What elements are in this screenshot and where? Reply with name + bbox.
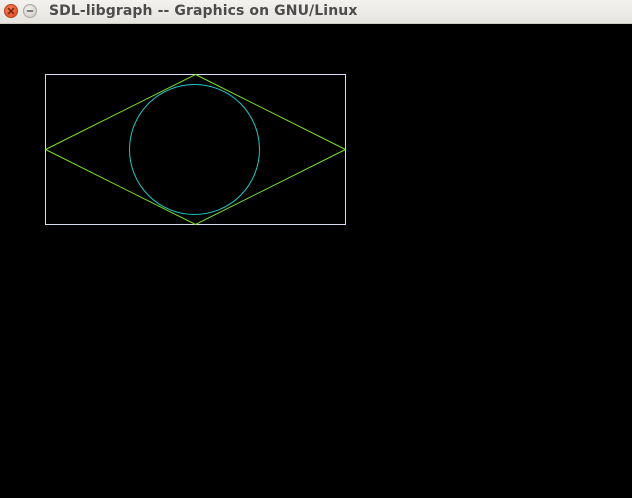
graphics-canvas[interactable] — [0, 24, 632, 494]
minimize-button[interactable] — [23, 4, 37, 18]
bounding-rectangle — [45, 74, 346, 225]
circle-shape — [129, 84, 260, 215]
minimize-icon — [26, 10, 34, 12]
title-bar[interactable]: SDL-libgraph -- Graphics on GNU/Linux — [0, 0, 632, 24]
window-title: SDL-libgraph -- Graphics on GNU/Linux — [49, 3, 358, 19]
close-icon — [7, 7, 15, 15]
app-window: SDL-libgraph -- Graphics on GNU/Linux — [0, 0, 632, 494]
close-button[interactable] — [4, 4, 18, 18]
diamond-shape — [44, 73, 347, 226]
drawing-surface — [44, 73, 347, 226]
